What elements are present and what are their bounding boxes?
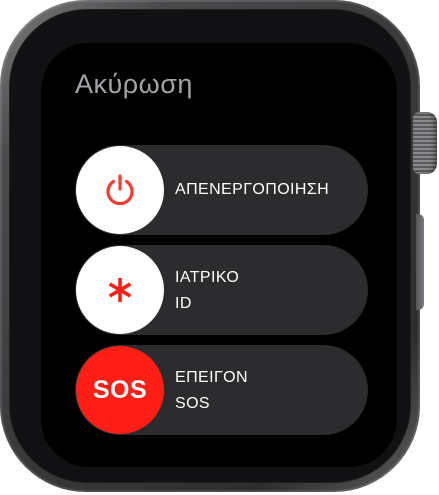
medical-id-slider[interactable]: ΙΑΤΡΙΚΟ ID: [75, 245, 368, 335]
watch-screen: Ακύρωση ΑΠΕΝΕΡΓΟΠΟΙΗΣΗ ΙΑΤΡΙΚΟ ID SOS ΕΠ…: [41, 43, 397, 467]
medical-asterisk-icon: [108, 278, 132, 302]
cancel-button[interactable]: Ακύρωση: [75, 69, 193, 100]
power-off-label: ΑΠΕΝΕΡΓΟΠΟΙΗΣΗ: [175, 177, 329, 203]
emergency-sos-label-line1: ΕΠΕΙΓΟΝ: [175, 369, 248, 386]
emergency-sos-knob[interactable]: SOS: [76, 346, 164, 434]
emergency-sos-label: ΕΠΕΙΓΟΝ SOS: [175, 365, 248, 417]
digital-crown[interactable]: [413, 112, 437, 174]
power-icon: [106, 174, 134, 206]
sos-icon: SOS: [92, 375, 148, 404]
medical-id-label-line1: ΙΑΤΡΙΚΟ: [175, 269, 240, 286]
medical-id-knob[interactable]: [76, 246, 164, 334]
emergency-sos-slider[interactable]: SOS ΕΠΕΙΓΟΝ SOS: [75, 345, 368, 435]
watch-bezel: Ακύρωση ΑΠΕΝΕΡΓΟΠΟΙΗΣΗ ΙΑΤΡΙΚΟ ID SOS ΕΠ…: [9, 9, 411, 483]
power-off-label-line1: ΑΠΕΝΕΡΓΟΠΟΙΗΣΗ: [175, 181, 330, 198]
medical-id-label: ΙΑΤΡΙΚΟ ID: [175, 265, 239, 317]
medical-id-label-line2: ID: [175, 295, 192, 312]
side-button[interactable]: [416, 214, 424, 310]
emergency-sos-label-line2: SOS: [175, 395, 210, 412]
power-off-slider[interactable]: ΑΠΕΝΕΡΓΟΠΟΙΗΣΗ: [75, 145, 368, 235]
power-off-knob[interactable]: [76, 146, 164, 234]
